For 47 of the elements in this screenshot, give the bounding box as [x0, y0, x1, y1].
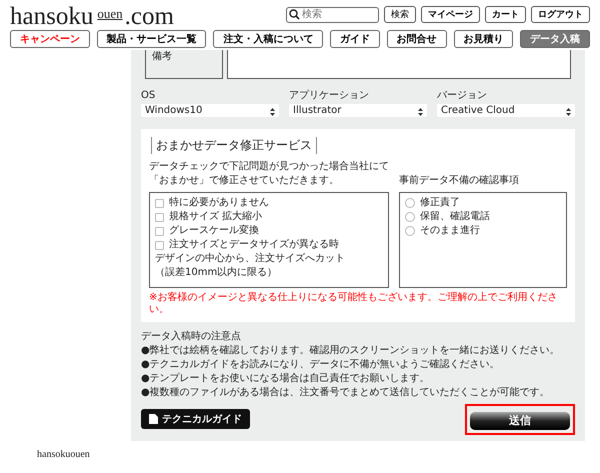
nav-tab[interactable]: ガイド: [330, 30, 380, 48]
intro-text: データチェックで下記問題が見つかった場合当社にて: [149, 160, 389, 174]
nav-tab[interactable]: お見積り: [454, 30, 514, 48]
search-icon: [289, 8, 300, 20]
note-text: ●テクニカルガイドをお読みになり、データに不備が無いようご確認ください。: [141, 358, 501, 372]
nav-tab[interactable]: データ入稿: [520, 30, 590, 48]
updown-icon: [418, 108, 423, 116]
confirm-label: 事前データ不備の確認事項: [399, 174, 520, 188]
submit-button[interactable]: 送信: [470, 412, 570, 430]
select-label: バージョン: [437, 89, 488, 102]
site-logo[interactable]: hansoku $^{ouen}$.com: [10, 1, 174, 30]
radio-option[interactable]: 保留、確認電話: [405, 210, 561, 224]
updown-icon: [270, 108, 275, 116]
notes-title: データ入稿時の注意点: [141, 330, 242, 344]
checkbox-option[interactable]: 規格サイズ 拡大縮小: [155, 210, 383, 224]
section-title: おまかせデータ修正サービス: [151, 137, 317, 154]
search-field[interactable]: 検索: [286, 6, 379, 22]
note-text: ●弊社では絵柄を確認しております。確認用のスクリーンショットを一緒にお送りください。: [141, 344, 561, 358]
checkbox-option[interactable]: 注文サイズとデータサイズが異なる時: [155, 238, 383, 252]
header-button[interactable]: 検索: [384, 6, 416, 23]
updown-icon: [566, 108, 571, 116]
nav-tab[interactable]: 製品・サービス一覧: [96, 30, 206, 48]
header-button[interactable]: ログアウト: [531, 6, 590, 23]
header-button[interactable]: カート: [485, 6, 526, 23]
note-text: ●複数種のファイルがある場合は、注文番号でまとめて送信していただくことが可能です。: [141, 386, 551, 400]
dropdown[interactable]: Creative Cloud: [437, 104, 575, 117]
warning-text: ※お客様のイメージと異なる仕上りになる可能性もございます。ご理解の上でご利用ください。: [149, 292, 558, 316]
radio-option[interactable]: そのまま進行: [405, 224, 561, 238]
dropdown[interactable]: Windows10: [141, 104, 279, 117]
intro-text: 「おまかせ」で修正させていただきます。: [149, 174, 340, 188]
radio-option[interactable]: 修正責了: [405, 196, 561, 210]
document-icon: [149, 414, 158, 424]
dropdown[interactable]: Illustrator: [289, 104, 427, 117]
select-label: OS: [141, 89, 156, 102]
header-button[interactable]: マイページ: [421, 6, 480, 23]
note-text: ●テンプレートをお使いになる場合は自己責任でお願いします。: [141, 372, 431, 386]
checkbox-option[interactable]: グレースケール変換: [155, 224, 383, 238]
footer-text: hansokuouen: [36, 448, 91, 460]
checkbox-option[interactable]: 特に必要がありません: [155, 196, 383, 210]
technical-guide-button[interactable]: テクニカルガイド: [141, 409, 250, 430]
option-note: デザインの中心から、注文サイズへカット: [155, 252, 346, 266]
nav-tab[interactable]: 注文・入稿について: [213, 30, 324, 48]
nav-tab[interactable]: キャンペーン: [10, 30, 90, 48]
remark-label: 備考: [152, 51, 173, 62]
option-note: （誤差10mm以内に限る）: [155, 266, 278, 280]
select-label: アプリケーション: [289, 89, 370, 102]
nav-tab[interactable]: お問合せ: [386, 30, 447, 48]
